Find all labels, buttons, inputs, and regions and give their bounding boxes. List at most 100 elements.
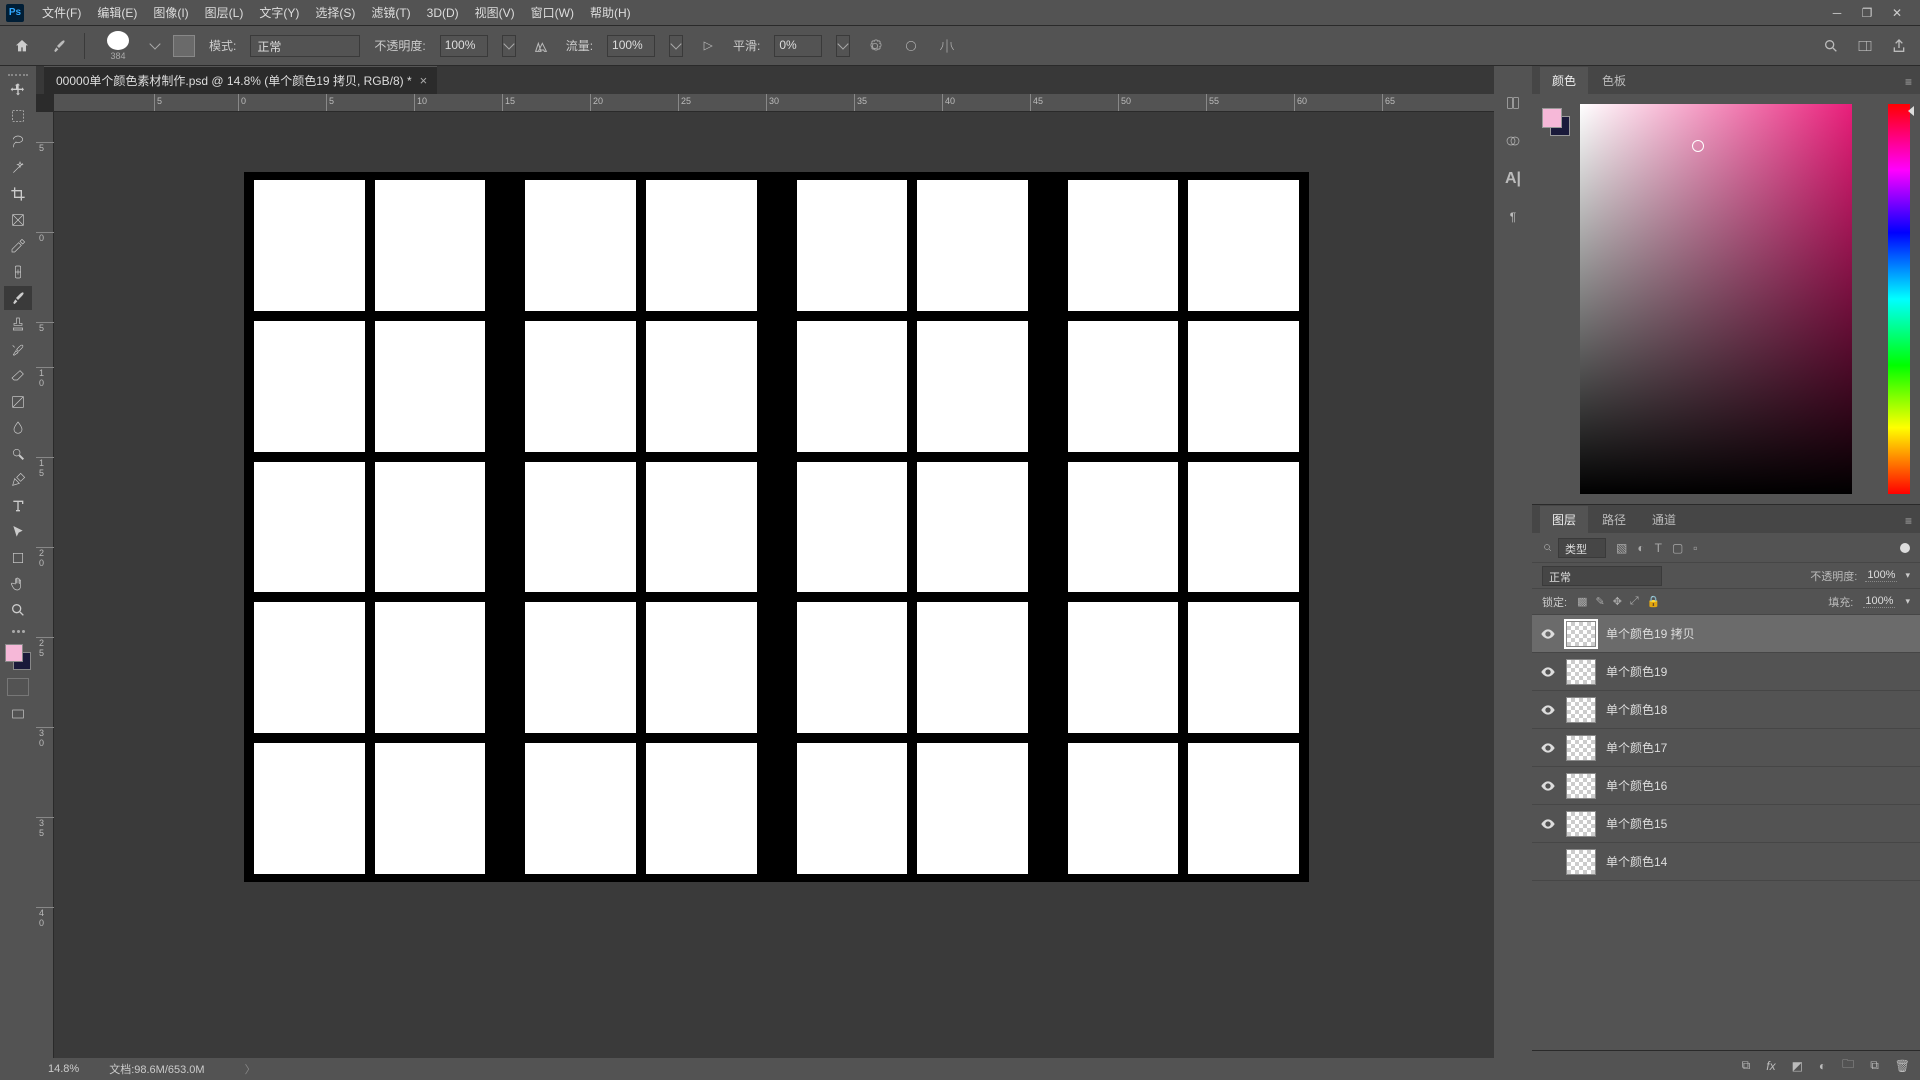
symmetry-icon[interactable] bbox=[936, 35, 958, 57]
frame-tool[interactable] bbox=[4, 208, 32, 232]
edit-toolbar[interactable] bbox=[4, 624, 32, 638]
gradient-tool[interactable] bbox=[4, 390, 32, 414]
workspace-switcher[interactable] bbox=[1854, 35, 1876, 57]
layer-name[interactable]: 单个颜色15 bbox=[1606, 815, 1667, 832]
lock-all-icon[interactable]: 🔒 bbox=[1647, 595, 1661, 608]
stamp-tool[interactable] bbox=[4, 312, 32, 336]
menu-file[interactable]: 文件(F) bbox=[34, 0, 89, 26]
layer-name[interactable]: 单个颜色19 拷贝 bbox=[1606, 625, 1695, 642]
layer-row[interactable]: 单个颜色14 bbox=[1532, 843, 1920, 881]
tab-channels[interactable]: 通道 bbox=[1640, 506, 1688, 533]
layer-opacity-value[interactable]: 100% bbox=[1865, 569, 1897, 582]
visibility-toggle[interactable] bbox=[1540, 778, 1556, 794]
lock-artboard-icon[interactable]: ⤢ bbox=[1630, 595, 1639, 608]
chevron-down-icon[interactable]: ▾ bbox=[1905, 596, 1910, 607]
opacity-dropdown[interactable] bbox=[502, 35, 516, 57]
menu-3d[interactable]: 3D(D) bbox=[419, 0, 467, 26]
menu-edit[interactable]: 编辑(E) bbox=[89, 0, 145, 26]
pressure-opacity-icon[interactable] bbox=[530, 35, 552, 57]
maximize-button[interactable]: ❐ bbox=[1860, 6, 1874, 20]
minimize-button[interactable]: ─ bbox=[1830, 6, 1844, 20]
layer-thumbnail[interactable] bbox=[1566, 697, 1596, 723]
tab-swatches[interactable]: 色板 bbox=[1590, 67, 1638, 94]
smooth-dropdown[interactable] bbox=[836, 35, 850, 57]
color-preview-swatches[interactable] bbox=[1542, 108, 1570, 136]
menu-layer[interactable]: 图层(L) bbox=[197, 0, 252, 26]
filter-pixel-icon[interactable]: ▧ bbox=[1616, 541, 1627, 555]
layer-row[interactable]: 单个颜色19 拷贝 bbox=[1532, 615, 1920, 653]
adjustments-icon[interactable] bbox=[1502, 130, 1524, 152]
eraser-tool[interactable] bbox=[4, 364, 32, 388]
menu-image[interactable]: 图像(I) bbox=[145, 0, 196, 26]
ruler-horizontal[interactable]: 0 5 5 10 15 20 25 30 35 40 45 50 55 60 6… bbox=[54, 94, 1494, 112]
brush-panel-toggle[interactable] bbox=[173, 35, 195, 57]
layer-mask-icon[interactable]: ◩ bbox=[1792, 1059, 1803, 1073]
crop-tool[interactable] bbox=[4, 182, 32, 206]
move-tool[interactable] bbox=[4, 78, 32, 102]
link-layers-icon[interactable]: ⧉ bbox=[1742, 1058, 1751, 1073]
canvas[interactable] bbox=[54, 112, 1494, 1058]
menu-window[interactable]: 窗口(W) bbox=[523, 0, 582, 26]
close-tab-icon[interactable]: × bbox=[420, 73, 428, 88]
home-button[interactable] bbox=[10, 34, 34, 58]
marquee-tool[interactable] bbox=[4, 104, 32, 128]
layer-thumbnail[interactable] bbox=[1566, 811, 1596, 837]
zoom-tool[interactable] bbox=[4, 598, 32, 622]
layer-name[interactable]: 单个颜色19 bbox=[1606, 663, 1667, 680]
hue-slider[interactable] bbox=[1888, 104, 1910, 494]
hand-tool[interactable] bbox=[4, 572, 32, 596]
layer-name[interactable]: 单个颜色17 bbox=[1606, 739, 1667, 756]
quick-mask-toggle[interactable] bbox=[7, 678, 29, 696]
layer-thumbnail[interactable] bbox=[1566, 659, 1596, 685]
tab-layers[interactable]: 图层 bbox=[1540, 506, 1588, 533]
history-brush-tool[interactable] bbox=[4, 338, 32, 362]
flow-input[interactable]: 100% bbox=[607, 35, 655, 57]
filter-adjust-icon[interactable]: ◐ bbox=[1637, 541, 1644, 555]
visibility-toggle[interactable] bbox=[1540, 664, 1556, 680]
hue-cursor[interactable] bbox=[1908, 106, 1914, 116]
screen-mode[interactable] bbox=[4, 702, 32, 726]
visibility-toggle[interactable] bbox=[1540, 702, 1556, 718]
layer-row[interactable]: 单个颜色17 bbox=[1532, 729, 1920, 767]
search-icon[interactable] bbox=[1820, 35, 1842, 57]
layer-thumbnail[interactable] bbox=[1566, 773, 1596, 799]
share-icon[interactable] bbox=[1888, 35, 1910, 57]
smooth-input[interactable]: 0% bbox=[774, 35, 822, 57]
pressure-size-icon[interactable] bbox=[900, 35, 922, 57]
menu-select[interactable]: 选择(S) bbox=[307, 0, 363, 26]
fill-value[interactable]: 100% bbox=[1863, 595, 1895, 608]
color-field[interactable] bbox=[1580, 104, 1852, 494]
layer-group-icon[interactable]: 🗀 bbox=[1842, 1055, 1854, 1076]
flow-dropdown[interactable] bbox=[669, 35, 683, 57]
brush-preset-picker[interactable]: 384 bbox=[99, 31, 137, 61]
brush-tool[interactable] bbox=[4, 286, 32, 310]
menu-help[interactable]: 帮助(H) bbox=[582, 0, 639, 26]
foreground-color[interactable] bbox=[5, 644, 23, 662]
adjustment-layer-icon[interactable]: ◐ bbox=[1819, 1059, 1826, 1073]
pen-tool[interactable] bbox=[4, 468, 32, 492]
doc-info[interactable]: 文档:98.6M/653.0M bbox=[109, 1061, 204, 1077]
menu-view[interactable]: 视图(V) bbox=[467, 0, 523, 26]
layer-row[interactable]: 单个颜色19 bbox=[1532, 653, 1920, 691]
filter-shape-icon[interactable]: ▢ bbox=[1672, 541, 1683, 555]
menu-filter[interactable]: 滤镜(T) bbox=[363, 0, 418, 26]
path-select-tool[interactable] bbox=[4, 520, 32, 544]
layers-menu-icon[interactable]: ≡ bbox=[1897, 509, 1920, 533]
menu-type[interactable]: 文字(Y) bbox=[251, 0, 307, 26]
chevron-down-icon[interactable]: ▾ bbox=[1905, 570, 1910, 581]
layer-row[interactable]: 单个颜色15 bbox=[1532, 805, 1920, 843]
type-tool[interactable] bbox=[4, 494, 32, 518]
blur-tool[interactable] bbox=[4, 416, 32, 440]
layer-blend-mode[interactable]: 正常 bbox=[1542, 566, 1662, 586]
paragraph-icon[interactable]: ¶ bbox=[1502, 206, 1524, 228]
dodge-tool[interactable] bbox=[4, 442, 32, 466]
shape-tool[interactable] bbox=[4, 546, 32, 570]
layer-filter-type[interactable]: 类型 bbox=[1542, 538, 1606, 558]
zoom-level[interactable]: 14.8% bbox=[48, 1063, 79, 1075]
eyedropper-tool[interactable] bbox=[4, 234, 32, 258]
visibility-toggle[interactable] bbox=[1540, 816, 1556, 832]
layer-name[interactable]: 单个颜色18 bbox=[1606, 701, 1667, 718]
delete-layer-icon[interactable]: 🗑 bbox=[1895, 1059, 1910, 1073]
layer-fx-icon[interactable]: fx bbox=[1766, 1059, 1775, 1073]
character-icon[interactable]: A| bbox=[1502, 168, 1524, 190]
